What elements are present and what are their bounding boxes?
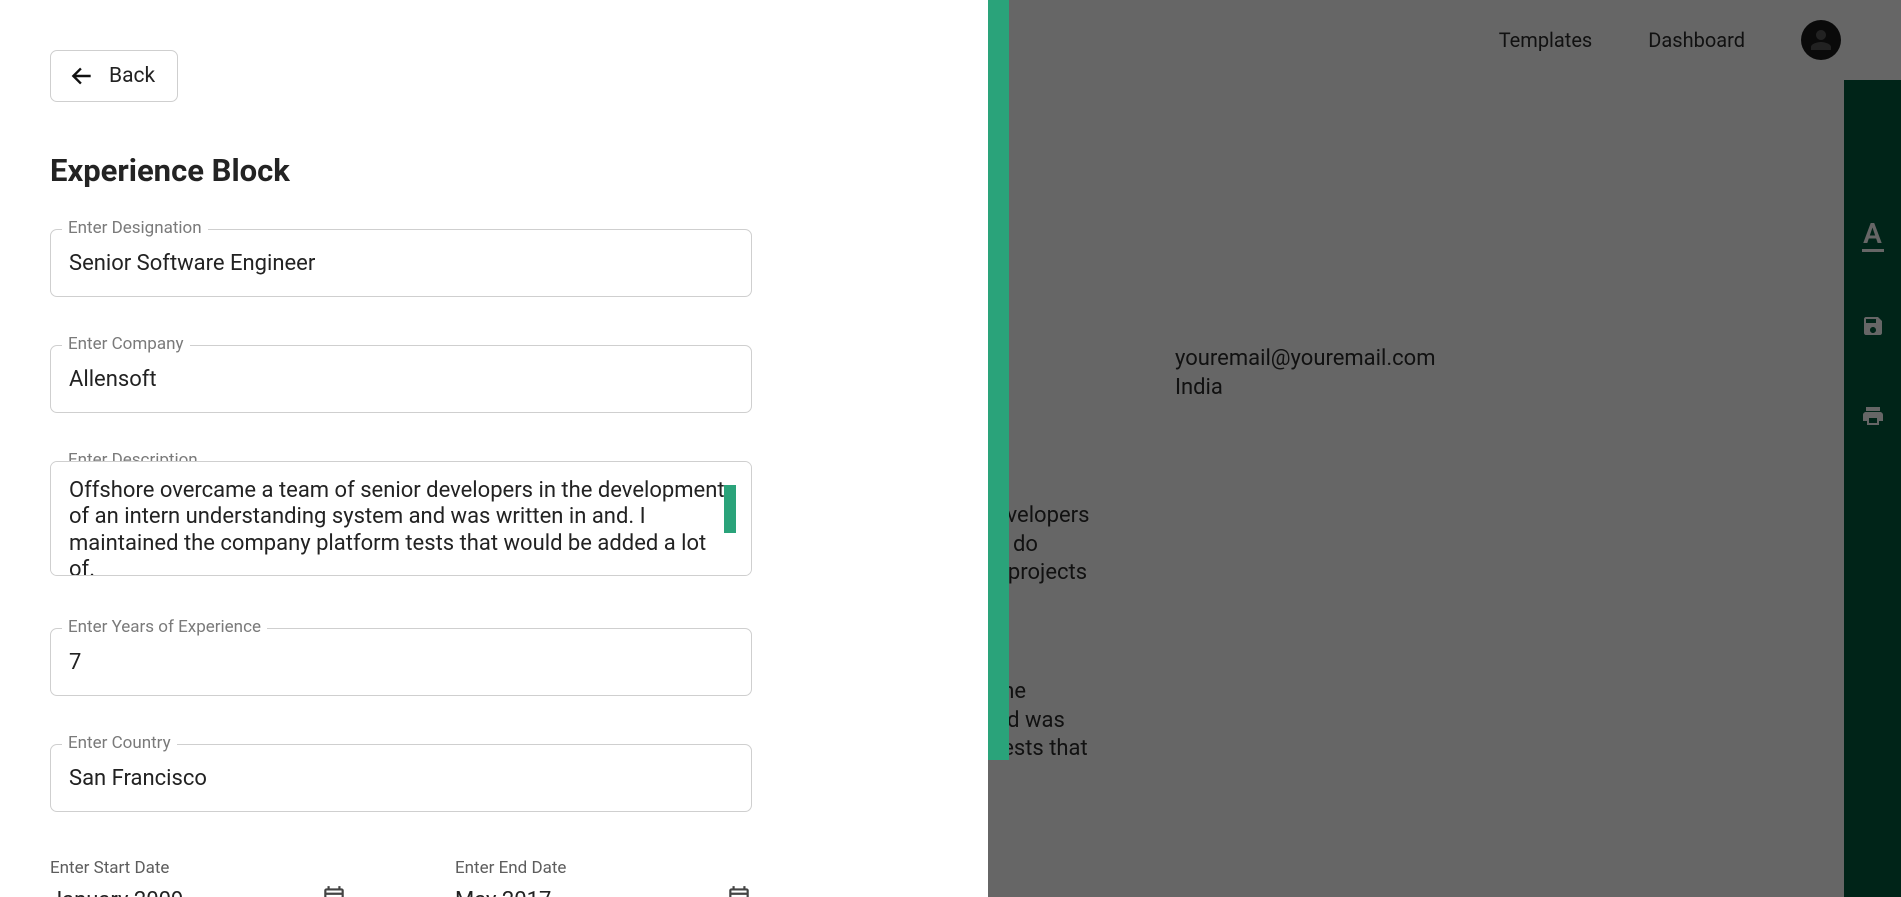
designation-label: Enter Designation — [62, 218, 208, 238]
start-date-field: Enter Start Date January 2009 — [50, 858, 347, 897]
end-date-field: Enter End Date May 2017 — [455, 858, 752, 897]
description-field: Enter Description — [50, 461, 752, 580]
years-input[interactable] — [50, 628, 752, 696]
calendar-icon[interactable] — [726, 884, 752, 897]
years-field: Enter Years of Experience — [50, 628, 752, 696]
country-field: Enter Country — [50, 744, 752, 812]
description-scroll-handle[interactable] — [724, 485, 736, 533]
end-date-value[interactable]: May 2017 — [455, 888, 551, 897]
country-label: Enter Country — [62, 733, 177, 753]
dates-row: Enter Start Date January 2009 Enter End … — [50, 858, 752, 897]
end-date-label: Enter End Date — [455, 858, 752, 878]
back-label: Back — [109, 64, 155, 88]
calendar-icon[interactable] — [321, 884, 347, 897]
country-input[interactable] — [50, 744, 752, 812]
description-input[interactable] — [50, 461, 752, 576]
arrow-left-icon — [69, 63, 95, 89]
side-drawer: Back Experience Block Enter Designation … — [0, 0, 1009, 897]
company-field: Enter Company — [50, 345, 752, 413]
back-button[interactable]: Back — [50, 50, 178, 102]
page-title: Experience Block — [50, 152, 752, 189]
start-date-label: Enter Start Date — [50, 858, 347, 878]
drawer-content: Back Experience Block Enter Designation … — [0, 0, 988, 897]
company-label: Enter Company — [62, 334, 190, 354]
designation-field: Enter Designation — [50, 229, 752, 297]
start-date-value[interactable]: January 2009 — [50, 888, 183, 897]
company-input[interactable] — [50, 345, 752, 413]
designation-input[interactable] — [50, 229, 752, 297]
years-label: Enter Years of Experience — [62, 617, 267, 637]
drawer-accent-bar — [988, 0, 1009, 760]
